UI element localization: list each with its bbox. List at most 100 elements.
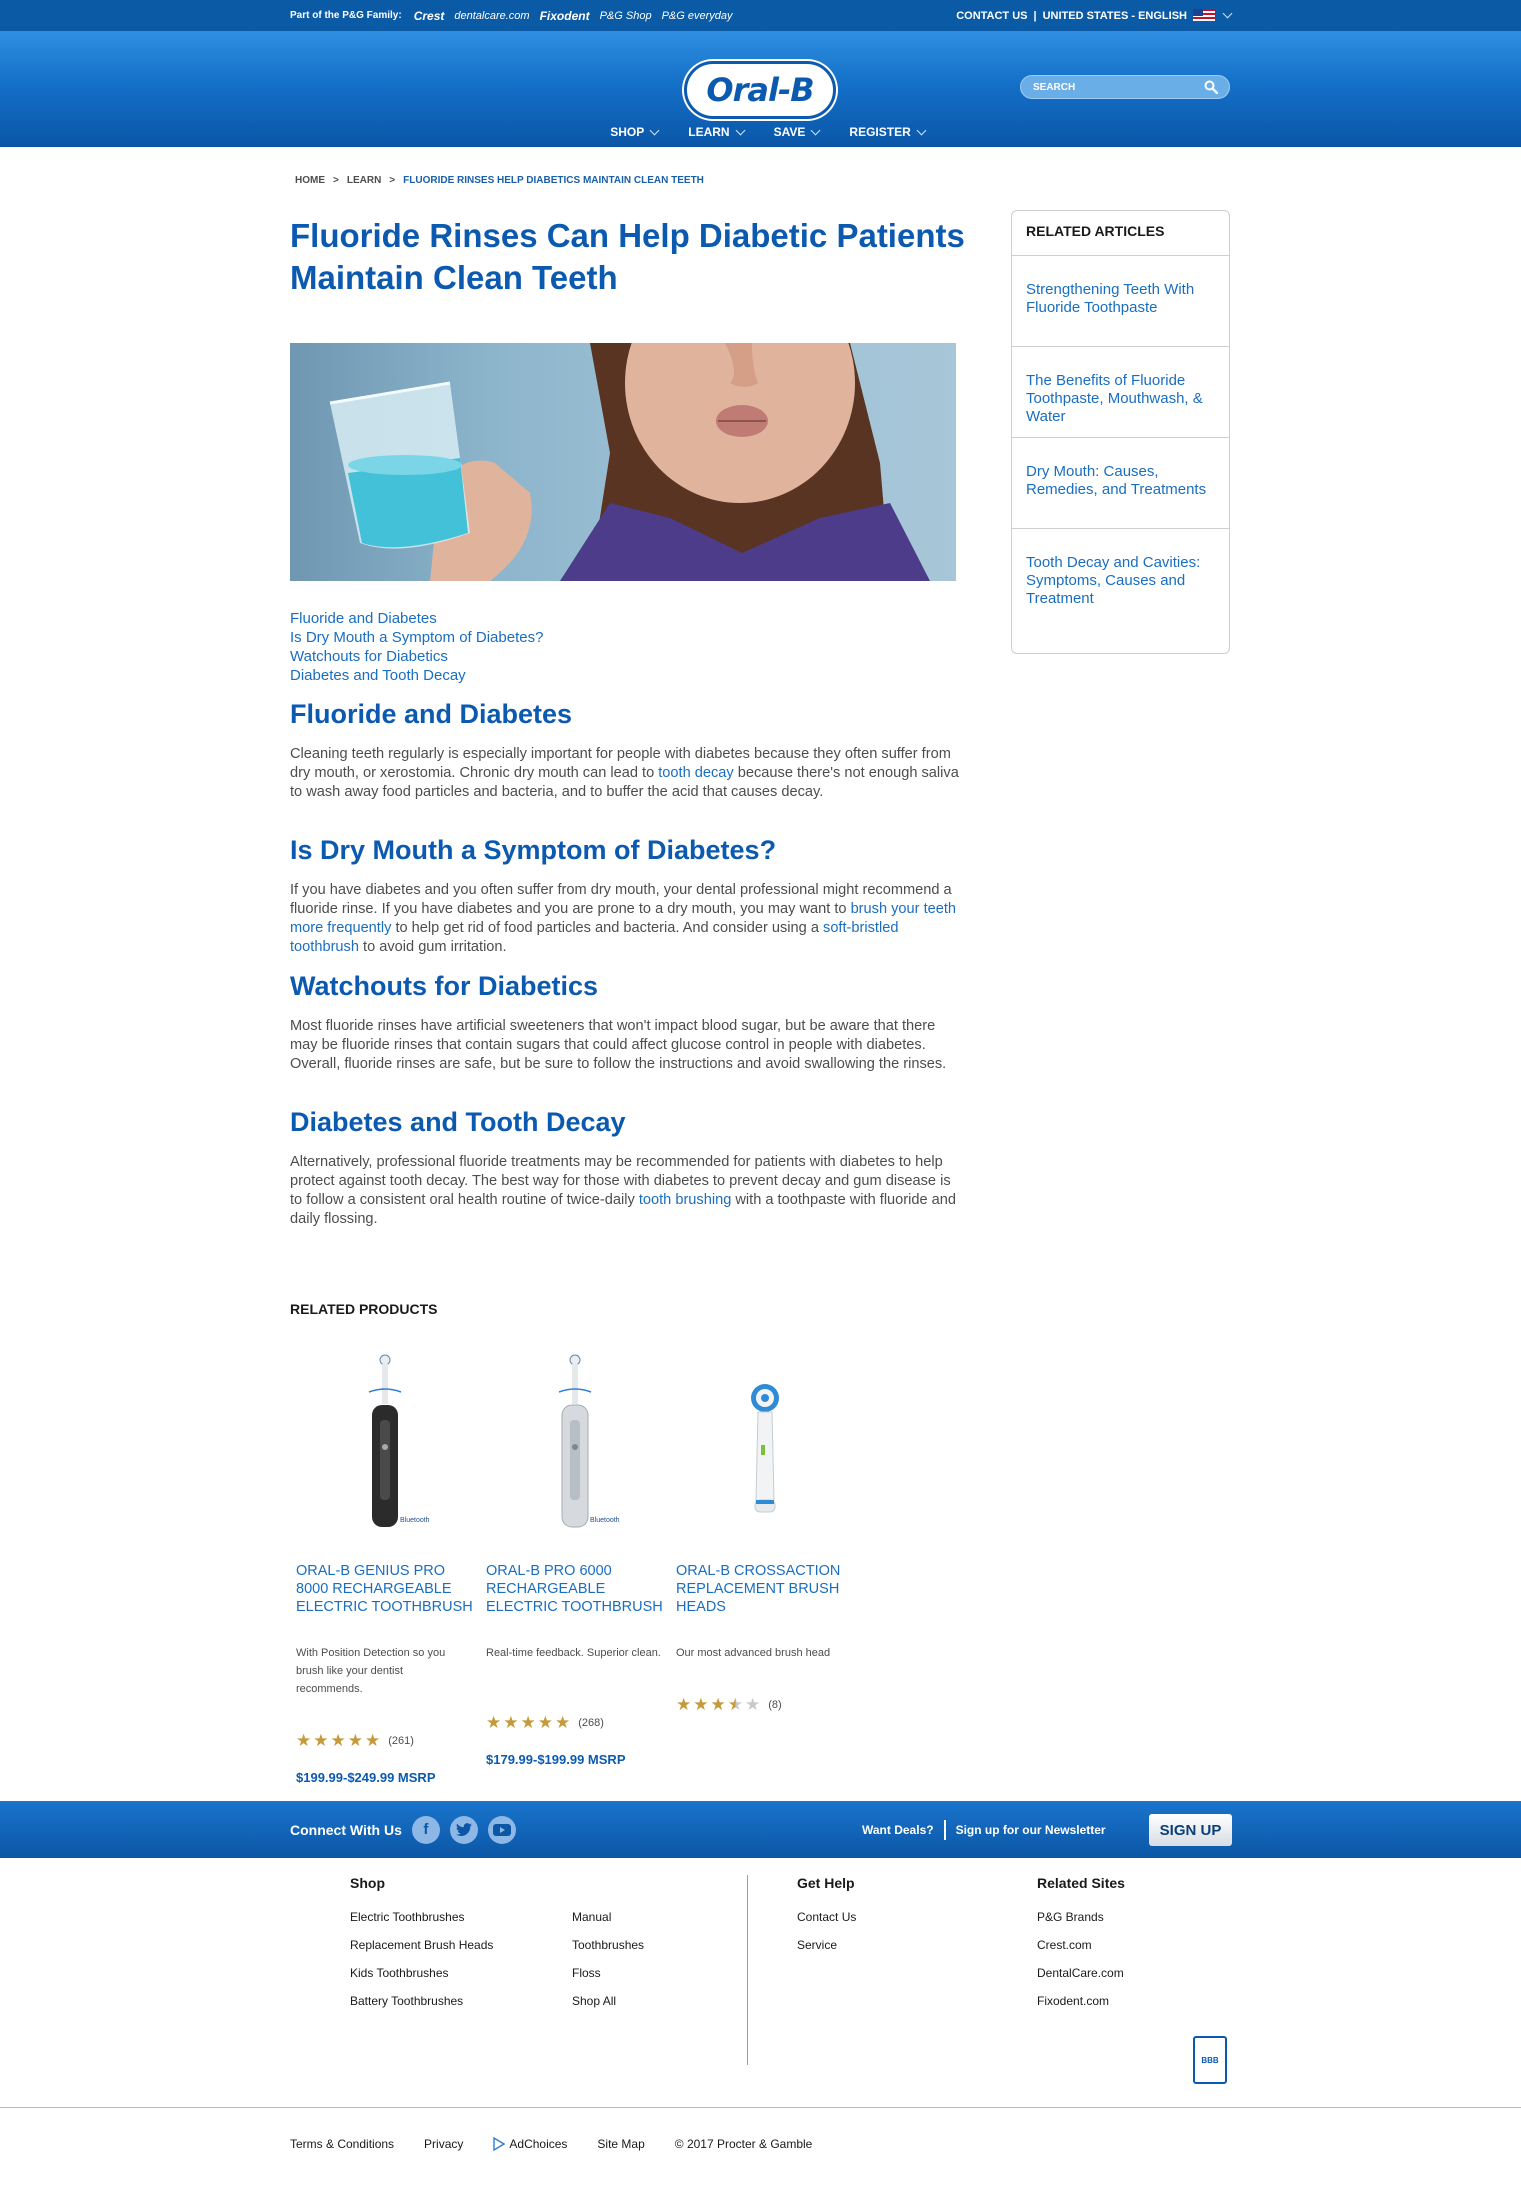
footer-link[interactable]: Electric Toothbrushes: [350, 1903, 493, 1931]
toc-link[interactable]: Diabetes and Tooth Decay: [290, 666, 543, 685]
related-article-link[interactable]: The Benefits of Fluoride Toothpaste, Mou…: [1012, 347, 1229, 438]
us-flag-icon[interactable]: [1193, 9, 1215, 22]
brand-link-pg-everyday[interactable]: P&G everyday: [662, 10, 733, 22]
bluetooth-badge: Bluetooth: [590, 1517, 620, 1524]
inline-link-tooth-decay[interactable]: tooth decay: [658, 765, 733, 781]
inline-link-tooth-brushing[interactable]: tooth brushing: [639, 1192, 732, 1208]
toc-link[interactable]: Is Dry Mouth a Symptom of Diabetes?: [290, 628, 543, 647]
chevron-down-icon[interactable]: [1222, 8, 1233, 19]
product-card: Bluetooth ORAL-B GENIUS PRO 8000 RECHARG…: [290, 1350, 480, 1785]
breadcrumb-current[interactable]: FLUORIDE RINSES HELP DIABETICS MAINTAIN …: [403, 175, 704, 186]
oral-b-logo[interactable]: Oral-B: [684, 61, 836, 119]
youtube-icon[interactable]: [487, 1815, 516, 1844]
footer-column-title: Get Help: [797, 1875, 855, 1891]
brand-link-fixodent[interactable]: Fixodent: [540, 9, 590, 23]
locale-selector[interactable]: UNITED STATES - ENGLISH: [1043, 10, 1187, 22]
footer-link[interactable]: Kids Toothbrushes: [350, 1959, 493, 1987]
bbb-accreditation-badge[interactable]: BBB: [1193, 2036, 1227, 2084]
adchoices-icon: [493, 2137, 506, 2151]
footer-link[interactable]: Replacement Brush Heads: [350, 1931, 493, 1959]
footer-link[interactable]: Crest.com: [1037, 1931, 1125, 1959]
site-map-link[interactable]: Site Map: [597, 2137, 644, 2151]
nav-save[interactable]: SAVE: [774, 125, 821, 139]
product-name[interactable]: ORAL-B PRO 6000 RECHARGEABLE ELECTRIC TO…: [480, 1562, 670, 1616]
contact-us-link[interactable]: CONTACT US: [956, 10, 1027, 22]
main-nav: SHOP LEARN SAVE REGISTER: [0, 125, 1521, 139]
toc-link[interactable]: Watchouts for Diabetics: [290, 647, 543, 666]
adchoices-link[interactable]: AdChoices: [493, 2137, 567, 2151]
brand-link-crest[interactable]: Crest: [414, 9, 445, 23]
chevron-down-icon: [735, 125, 746, 135]
newsletter-label: Sign up for our Newsletter: [955, 1822, 1106, 1837]
section-heading: Diabetes and Tooth Decay: [290, 1107, 626, 1137]
footer-link[interactable]: Toothbrushes: [572, 1931, 644, 1959]
product-image-pro-6000[interactable]: Bluetooth: [480, 1350, 670, 1530]
logo-text: Oral-B: [706, 71, 814, 109]
search-box: [1020, 75, 1230, 99]
breadcrumb-learn[interactable]: LEARN: [347, 175, 381, 186]
sign-up-button[interactable]: SIGN UP: [1149, 1814, 1232, 1846]
footer-link[interactable]: Fixodent.com: [1037, 1987, 1125, 2015]
breadcrumb-separator: >: [333, 175, 339, 186]
footer-link[interactable]: P&G Brands: [1037, 1903, 1125, 1931]
product-price: $199.99-$249.99 MSRP: [296, 1770, 436, 1785]
product-card: ORAL-B CROSSACTION REPLACEMENT BRUSH HEA…: [670, 1350, 860, 1713]
twitter-icon[interactable]: [449, 1815, 478, 1844]
footer-link[interactable]: Shop All: [572, 1987, 644, 2015]
product-name[interactable]: ORAL-B CROSSACTION REPLACEMENT BRUSH HEA…: [670, 1562, 860, 1616]
nav-learn[interactable]: LEARN: [688, 125, 746, 139]
footer-link[interactable]: DentalCare.com: [1037, 1959, 1125, 1987]
bluetooth-badge: Bluetooth: [400, 1517, 430, 1524]
want-deals-label: Want Deals?: [862, 1822, 934, 1837]
footer-link[interactable]: Contact Us: [797, 1903, 856, 1931]
privacy-link[interactable]: Privacy: [424, 2137, 463, 2151]
breadcrumb: HOME > LEARN > FLUORIDE RINSES HELP DIAB…: [295, 175, 704, 186]
nav-label: REGISTER: [849, 125, 911, 139]
facebook-icon[interactable]: f: [411, 1815, 440, 1844]
product-description: Our most advanced brush head: [676, 1647, 831, 1659]
product-image-crossaction-heads[interactable]: [670, 1350, 860, 1530]
related-article-link[interactable]: Strengthening Teeth With Fluoride Toothp…: [1012, 256, 1229, 347]
nav-label: LEARN: [688, 125, 730, 139]
pg-family-bar: Part of the P&G Family: Crest dentalcare…: [0, 0, 1521, 31]
star-icon: ★: [313, 1731, 329, 1750]
section-heading: Watchouts for Diabetics: [290, 971, 599, 1001]
hero-image: [290, 343, 956, 581]
related-article-link[interactable]: Tooth Decay and Cavities: Symptoms, Caus…: [1012, 529, 1229, 620]
footer-link[interactable]: Floss: [572, 1959, 644, 1987]
star-icon: ★: [503, 1713, 519, 1732]
breadcrumb-separator: >: [389, 175, 396, 186]
nav-register[interactable]: REGISTER: [849, 125, 927, 139]
search-input[interactable]: [1033, 79, 1193, 95]
star-icon: ★: [347, 1731, 363, 1750]
section-paragraph: Cleaning teeth regularly is especially i…: [290, 745, 960, 802]
related-article-link[interactable]: Dry Mouth: Causes, Remedies, and Treatme…: [1012, 438, 1229, 529]
copyright: © 2017 Procter & Gamble: [674, 2137, 813, 2151]
nav-label: SHOP: [610, 125, 645, 139]
footer-link[interactable]: Service: [797, 1931, 856, 1959]
nav-shop[interactable]: SHOP: [610, 125, 660, 139]
terms-link[interactable]: Terms & Conditions: [290, 2137, 394, 2151]
breadcrumb-home[interactable]: HOME: [295, 175, 325, 186]
star-icon: ★: [693, 1695, 709, 1714]
product-name[interactable]: ORAL-B GENIUS PRO 8000 RECHARGEABLE ELEC…: [290, 1562, 480, 1616]
related-articles-panel: RELATED ARTICLES Strengthening Teeth Wit…: [1011, 210, 1230, 654]
footer-link[interactable]: Battery Toothbrushes: [350, 1987, 493, 2015]
product-rating[interactable]: ★ ★ ★ ★ ★ (8): [676, 1696, 782, 1713]
toc-link[interactable]: Fluoride and Diabetes: [290, 609, 543, 628]
site-header: Oral-B SHOP LEARN SAVE REGISTER: [0, 31, 1521, 147]
legal-links: Terms & Conditions Privacy AdChoices Sit…: [290, 2137, 812, 2151]
section-heading: Fluoride and Diabetes: [290, 699, 573, 729]
brand-link-pg-shop[interactable]: P&G Shop: [600, 10, 652, 22]
product-rating[interactable]: ★ ★ ★ ★ ★ (268): [486, 1714, 604, 1731]
search-icon[interactable]: [1201, 78, 1221, 96]
product-rating[interactable]: ★ ★ ★ ★ ★ (261): [296, 1732, 414, 1749]
review-count: (8): [768, 1698, 782, 1711]
footer-shop-column-2: Manual Toothbrushes Floss Shop All: [572, 1875, 644, 2015]
brand-link-dentalcare[interactable]: dentalcare.com: [454, 10, 529, 22]
related-products-title: RELATED PRODUCTS: [290, 1301, 438, 1317]
footer-link[interactable]: Manual: [572, 1903, 644, 1931]
product-image-genius-8000[interactable]: Bluetooth: [290, 1350, 480, 1530]
paragraph-text: to avoid gum irritation.: [358, 939, 507, 955]
product-price: $179.99-$199.99 MSRP: [486, 1752, 626, 1767]
